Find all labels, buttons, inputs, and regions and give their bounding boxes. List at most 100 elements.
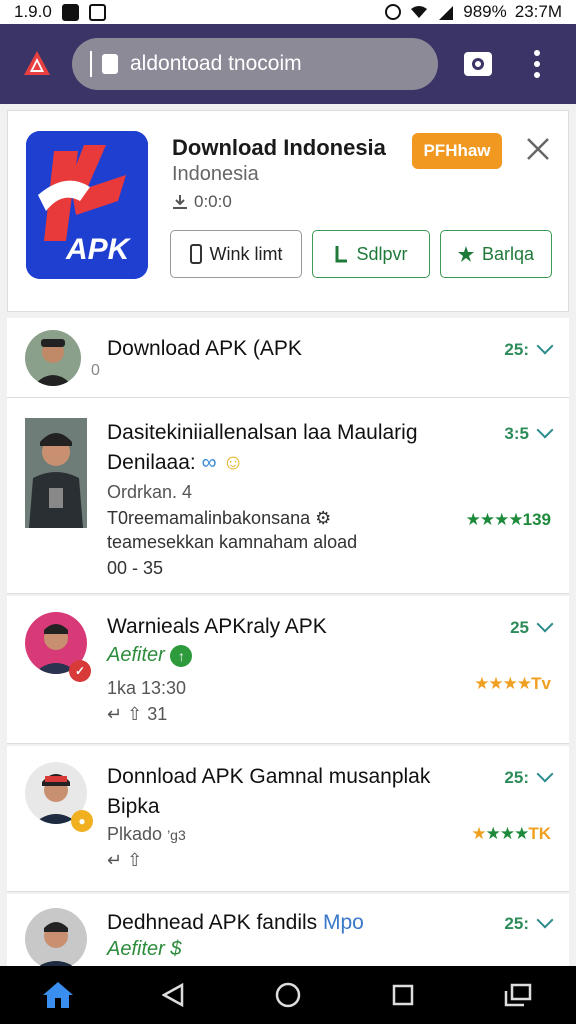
item-line-suffix: ’g3 <box>167 827 186 843</box>
item-count: 3:5 <box>504 424 529 443</box>
upload-icon: ⇧ <box>127 850 143 870</box>
coin-badge-icon: ● <box>71 810 93 832</box>
item-line: 1ka 13:30 <box>107 678 187 698</box>
browser-logo-icon[interactable] <box>20 47 54 81</box>
image-notification-icon <box>61 3 79 21</box>
chevron-down-icon[interactable] <box>536 911 554 929</box>
rating-stars: ★★★★TK <box>471 824 551 844</box>
list-item[interactable]: Dedhnead APK fandils Mpo Aefiter $ 25: <box>7 894 569 970</box>
item-title-accent: Mpo <box>323 911 364 934</box>
item-line-text: 31 <box>147 704 168 724</box>
item-count: 25: <box>504 768 529 787</box>
avatar <box>25 418 87 528</box>
chevron-down-icon[interactable] <box>536 765 554 783</box>
item-line-text: T0reemamalinbakonsana <box>107 508 311 528</box>
banner-meta: 0:0:0 <box>172 192 232 212</box>
home-circle-icon[interactable] <box>268 975 308 1015</box>
home-icon[interactable] <box>38 975 78 1015</box>
item-sub: 0 <box>91 362 100 379</box>
item-count: 25: <box>504 340 529 359</box>
list-item[interactable]: Download APK (APK 0 25: <box>7 318 569 398</box>
status-time-left: 1.9.0 <box>14 2 52 21</box>
chevron-down-icon[interactable] <box>536 421 554 439</box>
back-icon[interactable] <box>153 975 193 1015</box>
wink-button-label: Wink limt <box>209 243 283 264</box>
home-notification-icon <box>88 3 106 21</box>
item-count: 25: <box>504 914 529 933</box>
reply-icon: ↵ <box>107 850 123 870</box>
overflow-menu-icon[interactable] <box>534 50 540 78</box>
item-tag-text: Aefiter <box>107 644 165 666</box>
chevron-down-icon[interactable] <box>536 615 554 633</box>
recents-icon[interactable] <box>383 975 423 1015</box>
close-icon[interactable] <box>524 135 552 163</box>
download-count-icon <box>173 195 187 209</box>
app-icon[interactable]: APK <box>26 131 148 279</box>
switch-app-icon[interactable] <box>498 975 538 1015</box>
item-tag: Aefiter $ <box>107 938 182 961</box>
browser-toolbar: aldontoad tnocoim <box>0 24 576 104</box>
item-line: teamesekkan kamnaham aload <box>107 532 358 552</box>
item-title-text: Dedhnead APK fandils <box>107 911 318 934</box>
list-item[interactable]: ● Donnload APK Gamnal musanplak Bipka Pl… <box>7 746 569 892</box>
upload-icon: ⇧ <box>127 704 143 724</box>
battery-percent: 989% <box>463 2 507 21</box>
rating-number: 139 <box>522 510 551 529</box>
wink-button[interactable]: Wink limt <box>170 230 302 278</box>
wave-emoji-icon: ∞ <box>201 451 217 474</box>
barlqa-button[interactable]: Barlqa <box>440 230 552 278</box>
item-title-line2-text: Denilaaa: <box>107 451 196 474</box>
app-banner-card: APK Download Indonesia Indonesia 0:0:0 P… <box>7 110 569 312</box>
camera-icon[interactable] <box>464 52 492 76</box>
navigation-bar <box>0 966 576 1024</box>
smile-emoji-icon: ☺ <box>222 451 244 474</box>
url-bar[interactable]: aldontoad tnocoim <box>72 38 438 90</box>
item-title: Dedhnead APK fandils Mpo <box>107 908 364 938</box>
star-icon: ★ <box>471 824 486 843</box>
phone-icon <box>189 244 202 264</box>
item-line: ↵ ⇧ <box>107 850 142 871</box>
banner-meta-text: 0:0:0 <box>194 192 232 211</box>
status-time-right: 23:7M <box>514 2 562 21</box>
item-title: Warnieals APKraly APK <box>107 615 327 638</box>
item-line: T0reemamalinbakonsana ⚙ <box>107 508 331 529</box>
item-tag: Aefiter ↑ <box>107 644 193 667</box>
star-icon: ★★★★ <box>465 510 524 529</box>
status-bar: 1.9.0 989% 23:7M <box>0 0 576 24</box>
url-text: aldontoad tnocoim <box>130 52 302 75</box>
verified-badge-icon: ✓ <box>69 660 91 682</box>
sdlpvr-button-label: Sdlpvr <box>356 243 408 264</box>
star-icon: ★★★ <box>485 824 530 843</box>
item-title: Download APK (APK <box>107 337 302 360</box>
item-line-text: Plkado <box>107 824 163 844</box>
item-line: Plkado ’g3 <box>107 824 186 845</box>
avatar <box>25 908 87 970</box>
app-icon-text: APK <box>65 233 132 266</box>
dollar-icon: $ <box>170 938 182 960</box>
rating-number: Tv <box>531 674 551 693</box>
item-count: 25 <box>510 618 529 637</box>
signal-icon <box>439 6 454 20</box>
barlqa-button-label: Barlqa <box>481 243 535 264</box>
item-title-line2: Denilaaa: ∞ ☺ <box>107 448 244 478</box>
item-tag-text: Aefiter <box>107 938 165 960</box>
item-line: 00 - 35 <box>107 558 164 578</box>
sdlpvr-button[interactable]: Sdlpvr <box>312 230 430 278</box>
settings-icon: ⚙ <box>315 508 332 528</box>
star-icon <box>457 246 474 262</box>
avatar <box>25 330 81 386</box>
cursor-divider <box>90 51 92 77</box>
follow-button[interactable]: PFHhaw <box>412 133 502 169</box>
list-item[interactable]: ✓ Warnieals APKraly APK Aefiter ↑ 1ka 13… <box>7 596 569 744</box>
banner-title: Download Indonesia <box>172 135 386 160</box>
rating-stars: ★★★★Tv <box>474 674 551 694</box>
chevron-down-icon[interactable] <box>536 337 554 355</box>
item-title-line2: Bipka <box>107 795 160 818</box>
reply-icon: ↵ <box>107 704 123 724</box>
page-icon <box>102 54 118 74</box>
item-line: ↵ ⇧ 31 <box>107 704 167 725</box>
list-item[interactable]: Dasitekiniiallenalsan laa Maularig Denil… <box>7 398 569 594</box>
alarm-icon <box>385 4 402 20</box>
banner-subtitle: Indonesia <box>172 163 259 185</box>
rating-number: TK <box>528 824 551 843</box>
